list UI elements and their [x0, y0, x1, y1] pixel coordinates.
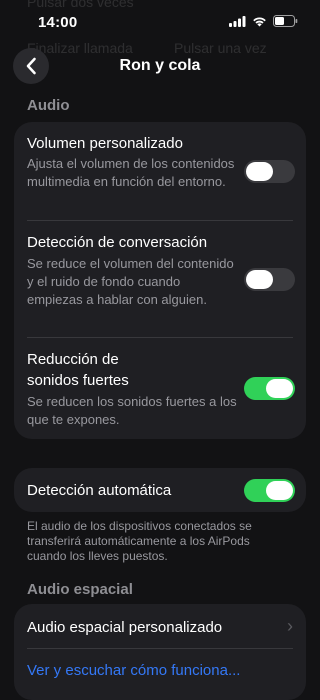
toggle-knob — [266, 481, 293, 500]
loud-sound-reduction-toggle[interactable] — [244, 377, 295, 400]
conversation-detection-description: Se reduce el volumen del contenido y el … — [27, 256, 234, 307]
background-row-end-call-value: Pulsar una vez — [174, 40, 267, 56]
section-header-spatial-audio: Audio espacial — [27, 581, 133, 598]
divider — [27, 648, 293, 649]
toggle-knob — [246, 270, 273, 289]
section-header-audio: Audio — [27, 97, 70, 114]
personalized-volume-title: Volumen personalizado — [27, 135, 183, 152]
toggle-knob — [246, 162, 273, 181]
divider — [27, 337, 293, 338]
page-title: Ron y cola — [119, 57, 201, 74]
status-time: 14:00 — [38, 14, 78, 31]
status-icons — [229, 15, 298, 27]
loud-sound-reduction-title-line2: sonidos fuertes — [27, 372, 129, 389]
divider — [27, 220, 293, 221]
loud-sound-reduction-description: Se reducen los sonidos fuertes a los que… — [27, 394, 237, 427]
auto-detection-title: Detección automática — [27, 482, 172, 499]
conversation-detection-title: Detección de conversación — [27, 234, 208, 251]
background-row-double-press: Pulsar dos veces — [27, 0, 134, 10]
cellular-signal-icon — [229, 15, 246, 27]
personalized-spatial-audio-label: Audio espacial personalizado — [27, 619, 223, 636]
auto-detection-footer: El audio de los dispositivos conectados … — [27, 519, 252, 563]
wifi-icon — [253, 16, 266, 26]
toggle-knob — [266, 379, 293, 398]
personalized-volume-toggle[interactable] — [244, 160, 295, 183]
chevron-right-icon: › — [287, 616, 293, 636]
conversation-detection-toggle[interactable] — [244, 268, 295, 291]
battery-icon — [273, 15, 298, 27]
personalized-spatial-audio-row[interactable]: Audio espacial personalizado › — [14, 604, 306, 648]
personalized-volume-description: Ajusta el volumen de los contenidos mult… — [27, 156, 235, 189]
audio-settings-card: Volumen personalizado Ajusta el volumen … — [14, 122, 306, 439]
spatial-audio-card: Audio espacial personalizado › Ver y esc… — [14, 604, 306, 700]
loud-sound-reduction-title-line1: Reducción de — [27, 351, 119, 368]
see-how-it-works-link[interactable]: Ver y escuchar cómo funciona... — [27, 661, 240, 680]
auto-detection-card: Detección automática — [14, 468, 306, 512]
auto-detection-toggle[interactable] — [244, 479, 295, 502]
